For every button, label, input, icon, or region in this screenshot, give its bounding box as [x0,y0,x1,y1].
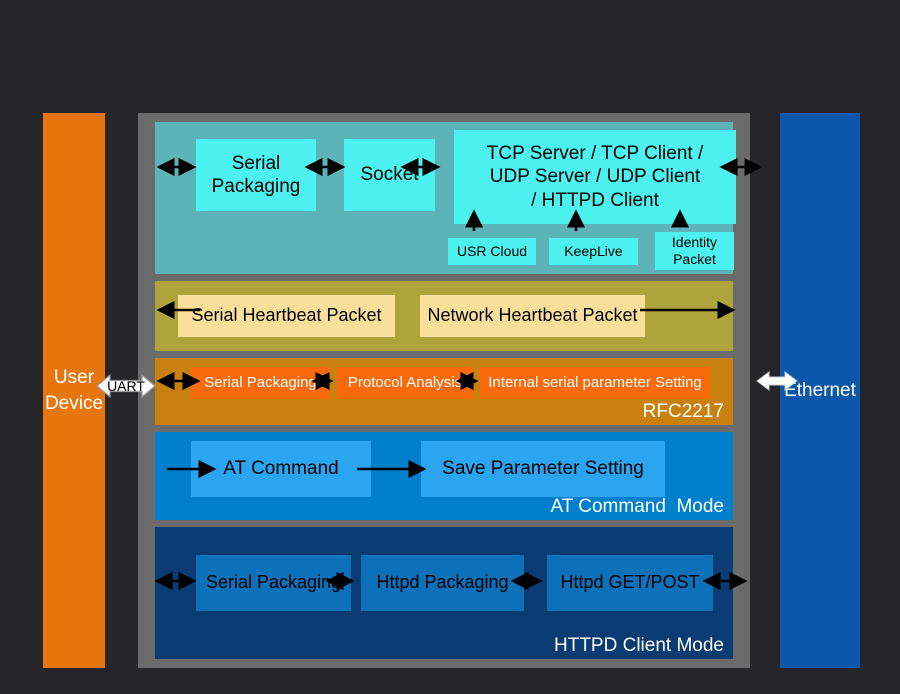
band-label-rfc2217: RFC2217 [642,401,724,422]
box-httpd-packaging: Httpd Packaging [361,555,524,611]
band-httpd-client-mode: Serial Packaging Httpd Packaging Httpd G… [155,527,733,659]
box-save-parameter-setting: Save Parameter Setting [421,441,665,497]
uart-label: UART [107,378,145,394]
uart-connector-badge: UART [95,373,157,399]
box-protocol-analysis: Protocol Analysis [337,367,473,399]
box-internal-serial-parameter-setting: Internal serial parameter Setting [480,367,710,399]
box-network-heartbeat-packet: Network Heartbeat Packet [420,295,645,337]
band-label-at-command-mode: AT Command Mode [550,496,724,517]
band-rfc2217: Serial Packaging Protocol Analysis Inter… [155,358,733,425]
box-network-protocols: TCP Server / TCP Client / UDP Server / U… [454,130,736,224]
ethernet-label: Ethernet [784,379,856,401]
box-keeplive: KeepLive [549,238,638,265]
band-label-httpd-client-mode: HTTPD Client Mode [554,635,724,656]
band-socket-mode: Serial Packaging Socket TCP Server / TCP… [155,122,736,274]
ethernet-panel: Ethernet [780,113,860,668]
box-usr-cloud: USR Cloud [448,238,536,265]
box-socket: Socket [344,139,435,211]
module-frame: Serial Packaging Socket TCP Server / TCP… [138,113,750,668]
box-identity-packet: Identity Packet [655,232,734,270]
band-heartbeat: Serial Heartbeat Packet Network Heartbea… [155,281,733,351]
box-httpd-get-post: Httpd GET/POST [547,555,713,611]
box-serial-packaging-socket: Serial Packaging [196,139,316,211]
box-serial-heartbeat-packet: Serial Heartbeat Packet [178,295,395,337]
box-at-command: AT Command [191,441,371,497]
box-serial-packaging-httpd: Serial Packaging [196,555,351,611]
box-serial-packaging-rfc: Serial Packaging [191,367,330,399]
band-at-command-mode: AT Command Save Parameter Setting AT Com… [155,432,733,520]
